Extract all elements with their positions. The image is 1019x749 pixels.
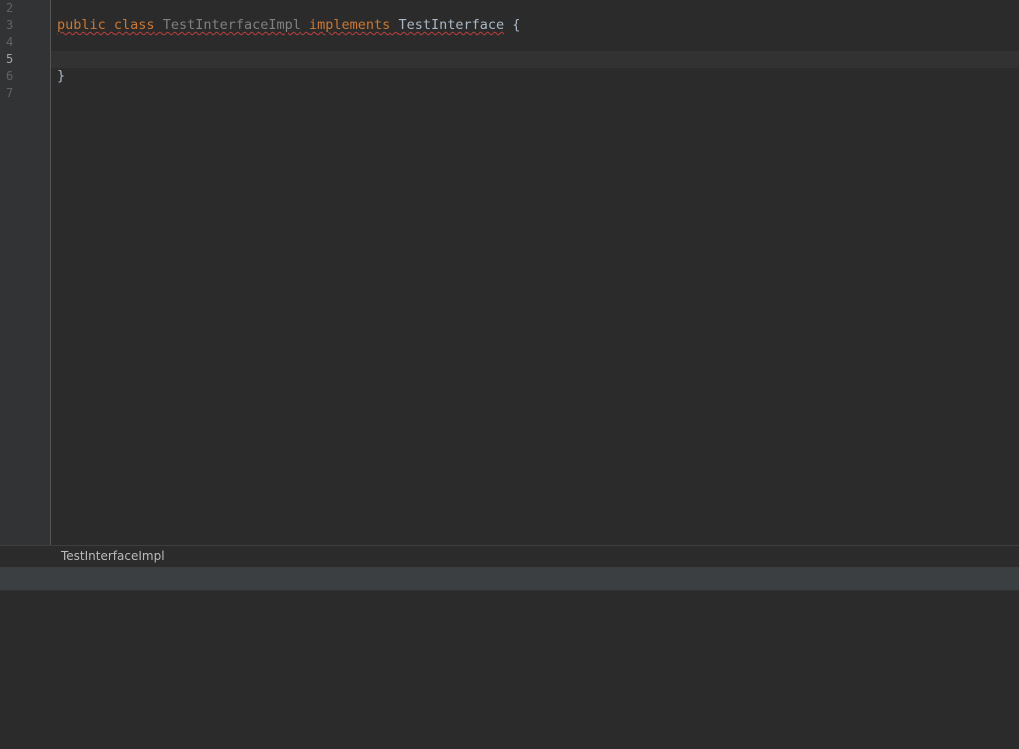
line-number-current: 5: [6, 52, 14, 66]
bottom-panel: [0, 591, 1019, 749]
line-number: 3: [6, 18, 14, 32]
caret-row-highlight: [0, 51, 1019, 68]
keyword-public: public: [57, 17, 106, 33]
code-line-close-brace[interactable]: }: [57, 68, 65, 85]
class-name[interactable]: TestInterfaceImpl: [163, 17, 301, 33]
open-brace: {: [512, 17, 521, 33]
keyword-implements: implements: [309, 17, 391, 33]
close-brace: }: [57, 68, 66, 84]
line-number: 2: [6, 1, 14, 15]
keyword-class: class: [113, 17, 155, 33]
line-number: 7: [6, 86, 14, 100]
interface-name[interactable]: TestInterface: [398, 17, 504, 33]
line-number: 6: [6, 69, 14, 83]
breadcrumb: TestInterfaceImpl: [0, 545, 1019, 567]
code-editor[interactable]: 2 3 4 5 6 7 public class TestInterfaceIm…: [0, 0, 1019, 545]
panel-header-strip: [0, 567, 1019, 591]
breadcrumb-item-class[interactable]: TestInterfaceImpl: [61, 549, 165, 563]
line-number-gutter[interactable]: 2 3 4 5 6 7: [0, 0, 51, 545]
code-line-class-declaration[interactable]: public class TestInterfaceImpl implement…: [57, 17, 520, 34]
line-number: 4: [6, 35, 14, 49]
